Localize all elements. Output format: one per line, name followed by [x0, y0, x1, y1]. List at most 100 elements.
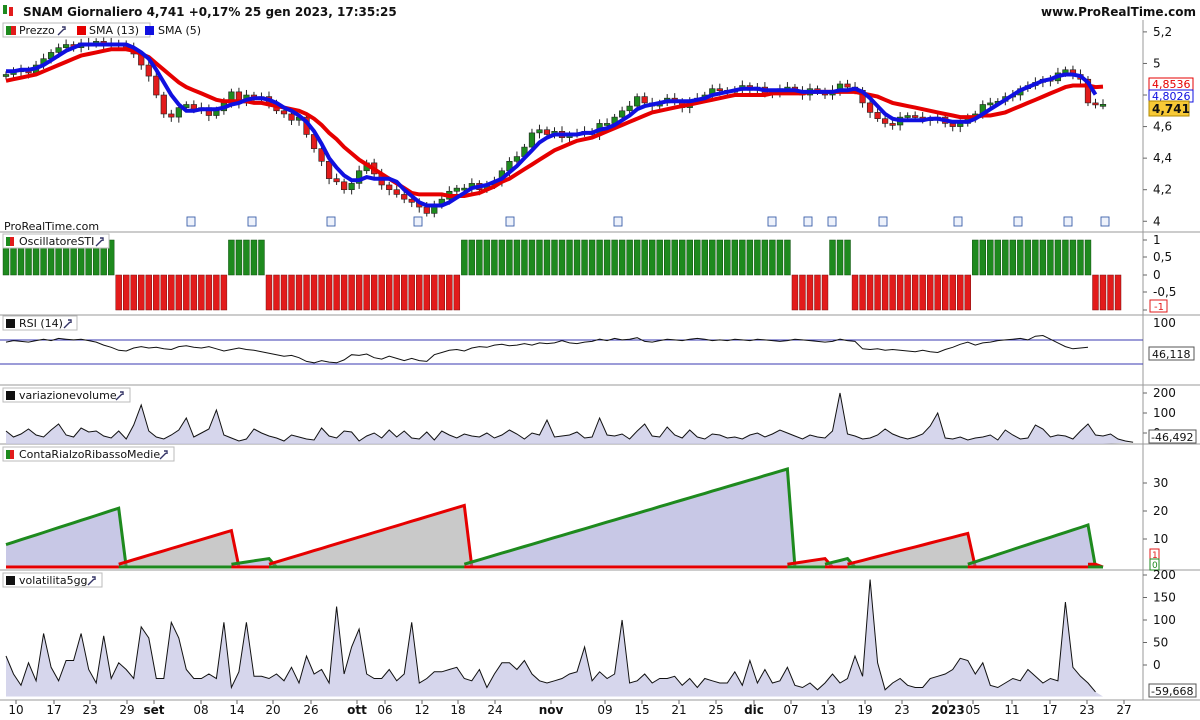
sti-bar-down: [416, 274, 423, 311]
sti-bar-down: [273, 274, 280, 311]
sti-bar-down: [393, 274, 400, 311]
sti-bar-down: [401, 274, 408, 311]
sti-bar-up: [844, 239, 851, 276]
price-candle-up: [513, 156, 521, 162]
x-tick-label: 06: [377, 703, 392, 717]
sti-bar-down: [115, 274, 122, 311]
sti-bar-up: [258, 239, 265, 276]
sti-bar-down: [205, 274, 213, 311]
sti-bar-up: [461, 239, 468, 276]
sti-bar-up: [491, 239, 498, 276]
sti-bar-up: [626, 239, 633, 276]
news-icon: [1013, 216, 1023, 227]
price-candle-down: [280, 110, 288, 115]
price-candle-up: [63, 44, 70, 48]
legend-conta: ContaRialzoRibassoMedie: [19, 448, 160, 461]
legend-sma13: SMA (13): [89, 24, 139, 37]
sti-bar-down: [1114, 274, 1122, 311]
sti-bar-down: [138, 274, 145, 311]
sti-tag-value: -1: [1154, 302, 1164, 313]
price-candle-down: [1092, 102, 1099, 106]
price-candle-down: [641, 96, 648, 104]
price-candle-down: [333, 178, 340, 183]
conta-swatch-down: [10, 450, 14, 459]
sti-bar-down: [896, 274, 904, 311]
header-up-candle-icon: [3, 5, 7, 14]
sti-bar-down: [288, 274, 295, 311]
price-tick-label: 4,4: [1153, 151, 1172, 165]
volat-tick-label: 150: [1153, 591, 1176, 605]
sti-bar-down: [145, 274, 152, 311]
watermark: ProRealTime.com: [4, 220, 99, 233]
vol-tick-label: 200: [1153, 386, 1176, 400]
sti-bar-up: [776, 239, 784, 276]
sti-bar-up: [686, 239, 693, 276]
x-tick-label: 25: [708, 703, 723, 717]
volat-tick-label: 0: [1153, 658, 1161, 672]
sti-bar-up: [761, 239, 769, 276]
price-candle-down: [341, 181, 348, 191]
sti-bar-up: [994, 239, 1002, 276]
sti-bar-down: [1092, 274, 1099, 311]
sti-bar-up: [1009, 239, 1017, 276]
sti-bar-up: [1017, 239, 1024, 276]
conta-tick-label: 10: [1153, 532, 1168, 546]
news-icon: [1063, 216, 1073, 227]
rsi-swatch: [6, 319, 15, 328]
price-candle-down: [543, 129, 551, 135]
news-icon: [186, 216, 196, 227]
x-tick-label: dic: [744, 703, 764, 717]
price-candle-up: [2, 74, 10, 77]
sti-bar-up: [521, 239, 528, 276]
sti-bar-up: [483, 239, 491, 276]
sti-bar-up: [769, 239, 776, 276]
sti-bar-down: [889, 274, 896, 311]
sti-bar-down: [213, 274, 220, 311]
conta-tick-label: 30: [1153, 476, 1168, 490]
price-candle-up: [453, 187, 460, 192]
sti-bar-down: [198, 274, 205, 311]
news-icon: [953, 216, 963, 227]
sti-bar-down: [280, 274, 288, 311]
news-icon: [613, 216, 623, 227]
last-price-value: 4,741: [1152, 102, 1190, 116]
price-candle-down: [866, 102, 874, 113]
x-tick-label: 19: [857, 703, 872, 717]
sti-bar-up: [566, 239, 573, 276]
sti-bar-up: [679, 239, 686, 276]
news-icon: [413, 216, 423, 227]
conta-tick-label: 20: [1153, 504, 1168, 518]
conta-swatch-up: [6, 450, 10, 459]
sti-bar-up: [641, 239, 648, 276]
legend-vol: variazionevolume: [19, 389, 117, 402]
sti-bar-up: [513, 239, 521, 276]
news-icon: [1100, 216, 1110, 227]
price-candle-down: [882, 118, 889, 124]
sti-bar-down: [333, 274, 340, 311]
sti-bar-up: [1002, 239, 1009, 276]
sti-bar-down: [175, 274, 183, 311]
site-link[interactable]: www.ProRealTime.com: [1041, 5, 1196, 19]
price-candle-down: [325, 160, 333, 179]
legend-sti: OscillatoreSTI: [19, 235, 94, 248]
sti-bar-down: [964, 274, 971, 311]
price-candle-down: [168, 113, 175, 118]
x-tick-label: 20: [265, 703, 280, 717]
sti-bar-down: [859, 274, 866, 311]
sti-bar-down: [911, 274, 919, 311]
sti-bar-down: [934, 274, 941, 311]
x-tick-label: nov: [539, 703, 564, 717]
header-down-candle-icon: [9, 7, 13, 16]
sti-bar-up: [551, 239, 558, 276]
price-tick-label: 4,6: [1153, 120, 1172, 134]
price-tick-label: 4: [1153, 214, 1161, 228]
sti-bar-up: [581, 239, 588, 276]
sti-bar-up: [716, 239, 724, 276]
price-legend: Prezzo SMA (13) SMA (5): [2, 22, 201, 38]
x-tick-label: 18: [450, 703, 465, 717]
price-tick-label: 5: [1153, 56, 1161, 70]
news-icon: [878, 216, 888, 227]
sti-bar-down: [438, 274, 446, 311]
x-tick-label: 27: [1116, 703, 1131, 717]
price-candle-up: [1062, 69, 1069, 74]
